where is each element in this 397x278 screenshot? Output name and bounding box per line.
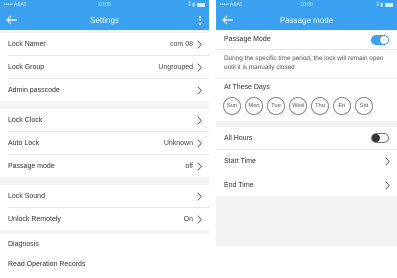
settings-row-value: off bbox=[185, 162, 193, 170]
start-time-row[interactable]: Start Time bbox=[216, 150, 397, 172]
settings-row-read-operation-records[interactable]: Read Operation Records bbox=[0, 254, 209, 274]
settings-row-lock-group[interactable]: Lock Group Ungrouped bbox=[0, 56, 209, 78]
back-arrow-icon[interactable] bbox=[6, 13, 20, 27]
settings-row-label: Lock Group bbox=[8, 63, 45, 71]
day-selector: Sun Mon Tue Wed Thu Fri Sat bbox=[216, 95, 397, 121]
settings-row-value: On bbox=[183, 215, 193, 223]
page-title: Passage mode bbox=[279, 15, 334, 25]
settings-row-lock-clock[interactable]: Lock Clock bbox=[0, 109, 209, 131]
chevron-right-icon bbox=[197, 39, 203, 49]
day-button-tue[interactable]: Tue bbox=[267, 97, 285, 115]
passage-description: During the specific time period, the loc… bbox=[216, 50, 397, 77]
settings-row-label: Auto Lock bbox=[8, 139, 40, 147]
days-heading-row: At These Days bbox=[216, 79, 397, 95]
settings-row-value: Ungrouped bbox=[158, 63, 193, 71]
settings-row-label: Passage mode bbox=[8, 162, 55, 170]
settings-row-value: Unknown bbox=[163, 139, 193, 147]
settings-row-label: Lock Namer bbox=[8, 40, 46, 48]
chevron-right-icon bbox=[197, 115, 203, 125]
settings-row-diagnosis[interactable]: Diagnosis bbox=[0, 234, 209, 254]
settings-row-label: Lock Clock bbox=[8, 116, 43, 124]
nav-bar: Settings bbox=[0, 10, 209, 30]
settings-row-label: Unlock Remotely bbox=[8, 215, 61, 223]
chevron-right-icon bbox=[197, 161, 203, 171]
passage-mode-label: Passage Mode bbox=[224, 36, 271, 43]
chevron-right-icon bbox=[197, 138, 203, 148]
all-hours-toggle[interactable] bbox=[371, 133, 389, 143]
settings-row-unlock-remotely[interactable]: Unlock Remotely On bbox=[0, 208, 209, 230]
day-button-fri[interactable]: Fri bbox=[333, 97, 351, 115]
chevron-right-icon bbox=[197, 62, 203, 72]
settings-row-label: Lock Sound bbox=[8, 192, 45, 200]
settings-row-lock-sound[interactable]: Lock Sound bbox=[0, 185, 209, 207]
page-title: Settings bbox=[90, 15, 119, 25]
clock-time: 10:09 bbox=[300, 2, 313, 8]
chevron-right-icon bbox=[197, 214, 203, 224]
settings-row-value: com 08 bbox=[170, 40, 193, 48]
settings-row-lock-namer[interactable]: Lock Namer com 08 bbox=[0, 33, 209, 55]
end-time-label: End Time bbox=[224, 181, 254, 189]
day-button-sun[interactable]: Sun bbox=[223, 97, 241, 115]
nav-bar: Passage mode bbox=[216, 10, 397, 30]
day-button-wed[interactable]: Wed bbox=[289, 97, 307, 115]
passage-mode-screen: ••••• A&AT 10:09 ⁑ ▮ Passage mode Passag… bbox=[216, 0, 397, 246]
settings-row-passage-mode[interactable]: Passage mode off bbox=[0, 155, 209, 177]
chevron-right-icon bbox=[385, 156, 391, 166]
chevron-right-icon bbox=[385, 180, 391, 190]
end-time-row[interactable]: End Time bbox=[216, 174, 397, 196]
chevron-right-icon bbox=[197, 85, 203, 95]
passage-mode-row: Passage Mode bbox=[216, 30, 397, 49]
settings-row-label: Admin passcode bbox=[8, 86, 60, 94]
days-heading: At These Days bbox=[224, 83, 270, 91]
chevron-right-icon bbox=[197, 191, 203, 201]
all-hours-label: All Hours bbox=[224, 134, 253, 142]
status-bar: ••••• A&AT 10:09 ⁑ ▮ bbox=[0, 0, 209, 10]
day-button-thu[interactable]: Thu bbox=[311, 97, 329, 115]
day-button-sat[interactable]: Sat bbox=[355, 97, 373, 115]
more-vertical-icon[interactable] bbox=[197, 13, 203, 27]
all-hours-row: All Hours bbox=[216, 127, 397, 149]
settings-row-auto-lock[interactable]: Auto Lock Unknown bbox=[0, 132, 209, 154]
passage-mode-toggle[interactable] bbox=[371, 34, 389, 45]
status-bar: ••••• A&AT 10:09 ⁑ ▮ bbox=[216, 0, 397, 10]
settings-screen: ••••• A&AT 10:09 ⁑ ▮ Settings Lock Namer… bbox=[0, 0, 209, 278]
clock-time: 10:09 bbox=[98, 2, 111, 8]
day-button-mon[interactable]: Mon bbox=[245, 97, 263, 115]
back-arrow-icon[interactable] bbox=[222, 13, 236, 27]
start-time-label: Start Time bbox=[224, 157, 256, 165]
settings-row-admin-passcode[interactable]: Admin passcode bbox=[0, 79, 209, 101]
